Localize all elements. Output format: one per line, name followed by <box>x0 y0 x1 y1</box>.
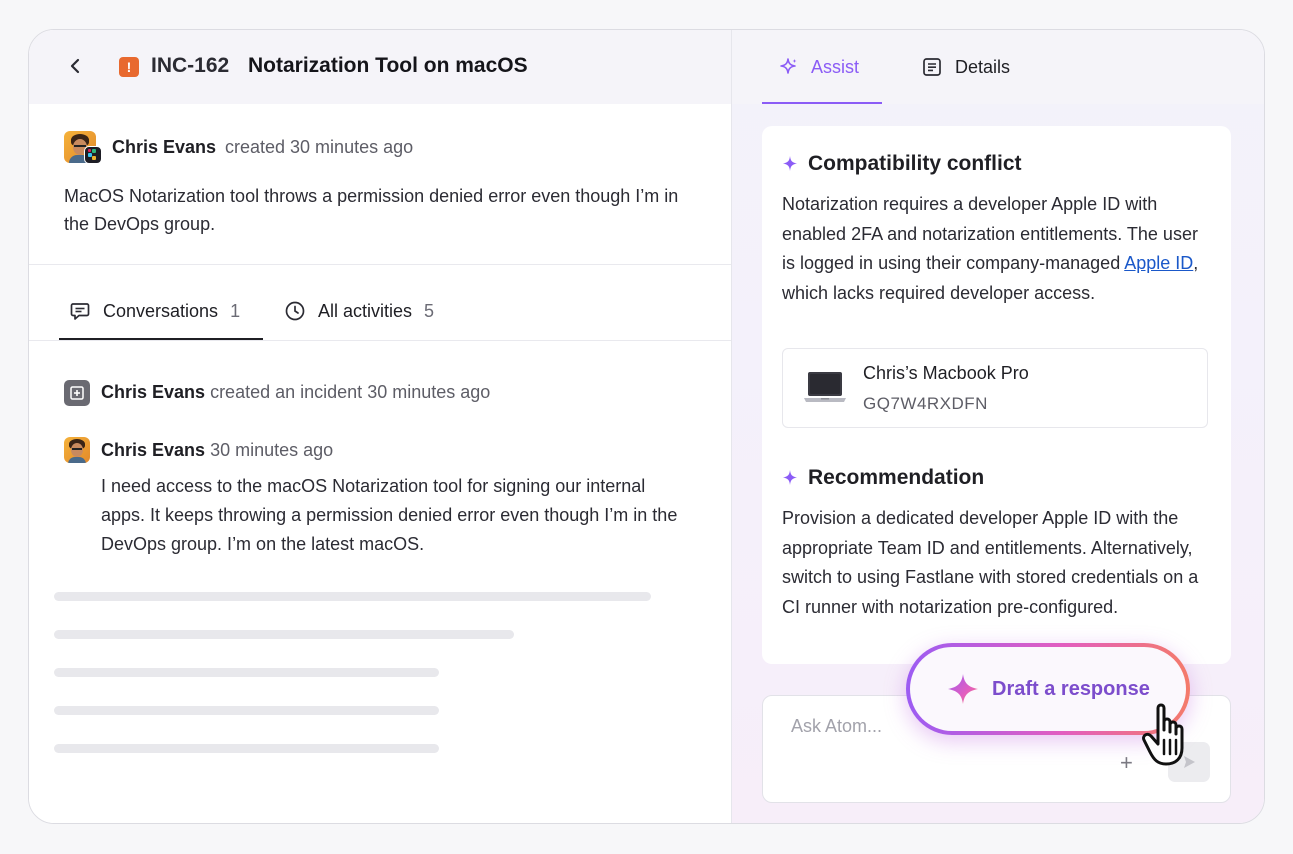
activity-item: Chris Evans created an incident 30 minut… <box>101 382 490 403</box>
device-card[interactable]: Chris’s Macbook Pro GQ7W4RXDFN <box>782 348 1208 428</box>
loading-skeleton <box>54 668 439 677</box>
apple-id-link[interactable]: Apple ID <box>1124 253 1193 273</box>
recommendation-body: Provision a dedicated developer Apple ID… <box>782 508 1199 617</box>
tab-assist[interactable]: Assist <box>779 30 859 104</box>
message-header: Chris Evans 30 minutes ago <box>101 440 333 461</box>
tab-all-activities[interactable]: All activities 5 <box>284 282 434 340</box>
assist-card: Compatibility conflict Notarization requ… <box>762 126 1231 664</box>
device-serial: GQ7W4RXDFN <box>863 394 988 413</box>
attach-button[interactable]: + <box>1120 750 1133 776</box>
tab-all-activities-label: All activities <box>318 300 413 321</box>
avatar <box>64 437 90 463</box>
tab-details-label: Details <box>955 56 1011 77</box>
loading-skeleton <box>54 630 514 639</box>
loading-skeleton <box>54 592 651 601</box>
device-name: Chris’s Macbook Pro <box>863 363 1029 383</box>
divider <box>29 264 731 265</box>
document-icon <box>921 56 943 78</box>
conflict-title: Compatibility conflict <box>808 152 1022 175</box>
activity-user: Chris Evans <box>101 382 206 402</box>
sparkle-icon <box>779 57 799 77</box>
tab-conversations[interactable]: Conversations 1 <box>69 282 240 340</box>
activity-time: 30 minutes ago <box>367 382 491 402</box>
sparkle-icon <box>948 674 978 704</box>
incident-created-icon <box>64 380 90 406</box>
incident-id: INC-162 <box>151 54 230 77</box>
tab-assist-label: Assist <box>811 56 860 77</box>
divider <box>29 340 731 341</box>
back-button[interactable] <box>63 54 87 78</box>
message-time: 30 minutes ago <box>210 440 334 460</box>
loading-skeleton <box>54 706 439 715</box>
recommendation-title: Recommendation <box>808 466 985 489</box>
incident-title: Notarization Tool on macOS <box>248 54 528 77</box>
laptop-icon <box>804 372 846 402</box>
incident-pane: ! INC-162 Notarization Tool on macOS Chr… <box>29 30 731 823</box>
sparkle-icon <box>783 470 797 485</box>
tab-conversations-count: 1 <box>230 300 241 321</box>
activity-action: created an incident <box>210 382 363 402</box>
slack-icon <box>84 146 102 164</box>
sparkle-icon <box>783 156 797 171</box>
creator-name: Chris Evans <box>112 137 217 157</box>
tab-conversations-label: Conversations <box>103 300 219 321</box>
incident-description: MacOS Notarization tool throws a permiss… <box>64 186 679 234</box>
active-tab-indicator <box>762 102 882 104</box>
priority-alert-icon: ! <box>119 57 139 77</box>
incident-header: ! INC-162 Notarization Tool on macOS <box>29 30 731 104</box>
ask-placeholder: Ask Atom... <box>791 716 883 736</box>
recommendation-heading: Recommendation <box>782 466 984 490</box>
created-time: created 30 minutes ago <box>225 137 414 157</box>
chat-icon <box>69 300 91 322</box>
conflict-body: Notarization requires a developer Apple … <box>782 190 1212 308</box>
chevron-left-icon <box>70 58 80 74</box>
tab-details[interactable]: Details <box>921 30 1010 104</box>
message-body: I need access to the macOS Notarization … <box>101 476 678 554</box>
assist-header: Assist Details <box>732 30 1264 104</box>
tab-all-activities-count: 5 <box>424 300 435 321</box>
clock-icon <box>284 300 306 322</box>
conflict-heading: Compatibility conflict <box>782 152 1022 176</box>
loading-skeleton <box>54 744 439 753</box>
message-user: Chris Evans <box>101 440 206 460</box>
hand-pointer-icon <box>1142 703 1184 766</box>
draft-response-label: Draft a response <box>992 677 1150 700</box>
